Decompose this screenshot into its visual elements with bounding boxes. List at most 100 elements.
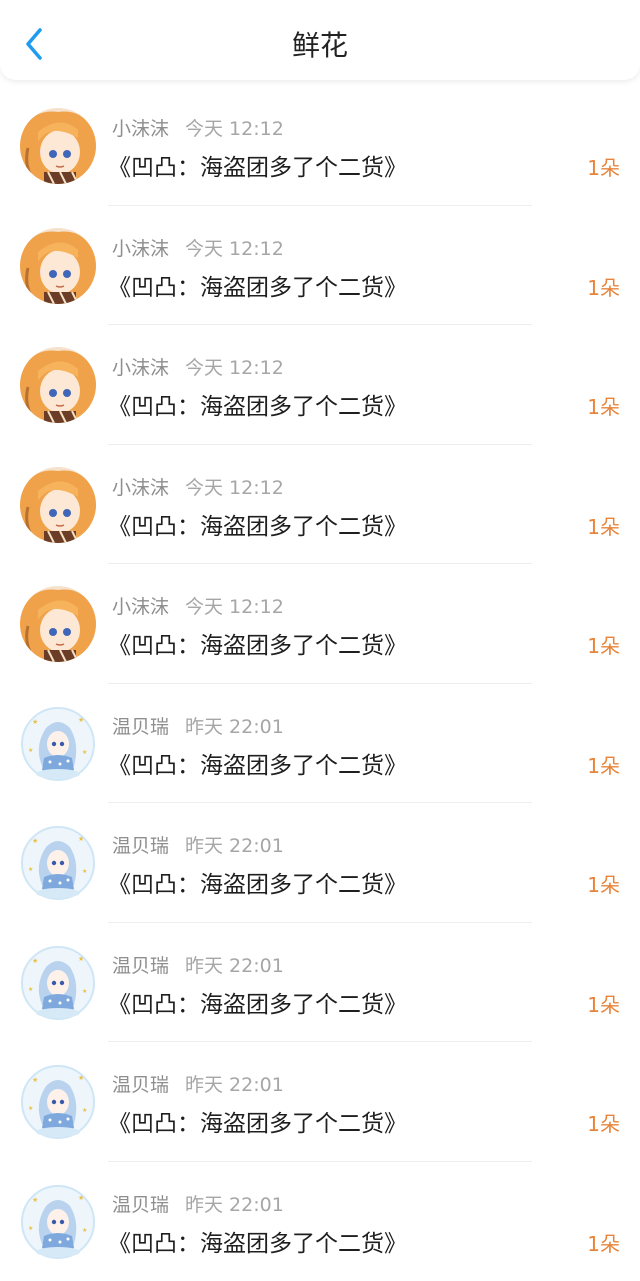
username: 温贝瑞: [112, 1074, 169, 1096]
item-meta: 温贝瑞昨天 22:01: [112, 951, 284, 978]
blue-haired-avatar-icon: ★ ★ ★ ★: [20, 1064, 96, 1140]
orange-haired-avatar-icon: [20, 467, 96, 543]
list-item[interactable]: ★ ★ ★ ★ 温贝瑞昨天 22:01 《凹凸：海盗团多了个二货》 1朵: [0, 1162, 640, 1281]
list-item[interactable]: ★ ★ ★ ★ 温贝瑞昨天 22:01 《凹凸：海盗团多了个二货》 1朵: [0, 803, 640, 923]
flower-count: 1朵: [587, 869, 620, 898]
svg-text:★: ★: [78, 716, 84, 724]
user-avatar[interactable]: ★ ★ ★ ★: [20, 1184, 96, 1260]
item-meta: 温贝瑞昨天 22:01: [112, 1070, 284, 1097]
list-item[interactable]: 小沫沫今天 12:12 《凹凸：海盗团多了个二货》 1朵: [0, 564, 640, 684]
list-item[interactable]: 小沫沫今天 12:12 《凹凸：海盗团多了个二货》 1朵: [0, 86, 640, 206]
blue-haired-avatar-icon: ★ ★ ★ ★: [20, 706, 96, 782]
item-meta: 温贝瑞昨天 22:01: [112, 831, 284, 858]
orange-haired-avatar-icon: [20, 228, 96, 304]
svg-text:★: ★: [32, 837, 38, 845]
timestamp: 昨天 22:01: [185, 716, 284, 738]
book-title: 《凹凸：海盗团多了个二货》: [108, 268, 407, 302]
book-title: 《凹凸：海盗团多了个二货》: [108, 148, 407, 182]
book-title: 《凹凸：海盗团多了个二货》: [108, 1224, 407, 1258]
blue-haired-avatar-icon: ★ ★ ★ ★: [20, 1184, 96, 1260]
svg-text:★: ★: [78, 1194, 84, 1202]
username: 温贝瑞: [112, 716, 169, 738]
book-title: 《凹凸：海盗团多了个二货》: [108, 387, 407, 421]
user-avatar[interactable]: [20, 467, 96, 543]
timestamp: 今天 12:12: [185, 357, 284, 379]
svg-text:★: ★: [32, 718, 38, 726]
list-item[interactable]: 小沫沫今天 12:12 《凹凸：海盗团多了个二货》 1朵: [0, 206, 640, 326]
username: 温贝瑞: [112, 955, 169, 977]
page-title: 鲜花: [0, 26, 640, 66]
svg-text:★: ★: [78, 1074, 84, 1082]
svg-text:★: ★: [82, 1227, 87, 1234]
timestamp: 今天 12:12: [185, 238, 284, 260]
username: 小沫沫: [112, 238, 169, 260]
svg-text:★: ★: [28, 866, 33, 873]
list-item[interactable]: ★ ★ ★ ★ 温贝瑞昨天 22:01 《凹凸：海盗团多了个二货》 1朵: [0, 923, 640, 1043]
book-title: 《凹凸：海盗团多了个二货》: [108, 985, 407, 1019]
username: 温贝瑞: [112, 835, 169, 857]
timestamp: 今天 12:12: [185, 118, 284, 140]
svg-text:★: ★: [28, 1105, 33, 1112]
username: 小沫沫: [112, 477, 169, 499]
item-meta: 小沫沫今天 12:12: [112, 114, 284, 141]
item-meta: 温贝瑞昨天 22:01: [112, 1190, 284, 1217]
svg-text:★: ★: [78, 835, 84, 843]
list-item[interactable]: ★ ★ ★ ★ 温贝瑞昨天 22:01 《凹凸：海盗团多了个二货》 1朵: [0, 1042, 640, 1162]
username: 小沫沫: [112, 596, 169, 618]
item-meta: 小沫沫今天 12:12: [112, 592, 284, 619]
orange-haired-avatar-icon: [20, 586, 96, 662]
username: 小沫沫: [112, 357, 169, 379]
user-avatar[interactable]: [20, 228, 96, 304]
item-meta: 小沫沫今天 12:12: [112, 473, 284, 500]
svg-text:★: ★: [32, 957, 38, 965]
svg-text:★: ★: [28, 986, 33, 993]
svg-text:★: ★: [82, 988, 87, 995]
timestamp: 今天 12:12: [185, 477, 284, 499]
flower-count: 1朵: [587, 391, 620, 420]
blue-haired-avatar-icon: ★ ★ ★ ★: [20, 825, 96, 901]
user-avatar[interactable]: ★ ★ ★ ★: [20, 706, 96, 782]
user-avatar[interactable]: [20, 586, 96, 662]
user-avatar[interactable]: ★ ★ ★ ★: [20, 1064, 96, 1140]
svg-text:★: ★: [32, 1196, 38, 1204]
timestamp: 今天 12:12: [185, 596, 284, 618]
book-title: 《凹凸：海盗团多了个二货》: [108, 1104, 407, 1138]
list-item[interactable]: ★ ★ ★ ★ 温贝瑞昨天 22:01 《凹凸：海盗团多了个二货》 1朵: [0, 684, 640, 804]
user-avatar[interactable]: ★ ★ ★ ★: [20, 825, 96, 901]
book-title: 《凹凸：海盗团多了个二货》: [108, 865, 407, 899]
username: 小沫沫: [112, 118, 169, 140]
user-avatar[interactable]: ★ ★ ★ ★: [20, 945, 96, 1021]
flower-count: 1朵: [587, 1108, 620, 1137]
svg-text:★: ★: [82, 1107, 87, 1114]
item-meta: 小沫沫今天 12:12: [112, 234, 284, 261]
svg-text:★: ★: [82, 868, 87, 875]
flower-count: 1朵: [587, 152, 620, 181]
flower-count: 1朵: [587, 511, 620, 540]
timestamp: 昨天 22:01: [185, 1074, 284, 1096]
timestamp: 昨天 22:01: [185, 1194, 284, 1216]
item-meta: 小沫沫今天 12:12: [112, 353, 284, 380]
flower-count: 1朵: [587, 989, 620, 1018]
blue-haired-avatar-icon: ★ ★ ★ ★: [20, 945, 96, 1021]
user-avatar[interactable]: [20, 108, 96, 184]
orange-haired-avatar-icon: [20, 108, 96, 184]
flower-count: 1朵: [587, 272, 620, 301]
svg-text:★: ★: [82, 749, 87, 756]
flower-count: 1朵: [587, 630, 620, 659]
username: 温贝瑞: [112, 1194, 169, 1216]
list-item[interactable]: 小沫沫今天 12:12 《凹凸：海盗团多了个二货》 1朵: [0, 325, 640, 445]
orange-haired-avatar-icon: [20, 347, 96, 423]
timestamp: 昨天 22:01: [185, 835, 284, 857]
timestamp: 昨天 22:01: [185, 955, 284, 977]
svg-text:★: ★: [78, 955, 84, 963]
svg-text:★: ★: [32, 1076, 38, 1084]
svg-text:★: ★: [28, 747, 33, 754]
flower-gift-list: 小沫沫今天 12:12 《凹凸：海盗团多了个二货》 1朵 小沫沫今天 12:12…: [0, 86, 640, 1281]
flower-count: 1朵: [587, 1228, 620, 1257]
item-meta: 温贝瑞昨天 22:01: [112, 712, 284, 739]
flower-count: 1朵: [587, 750, 620, 779]
list-item[interactable]: 小沫沫今天 12:12 《凹凸：海盗团多了个二货》 1朵: [0, 445, 640, 565]
user-avatar[interactable]: [20, 347, 96, 423]
book-title: 《凹凸：海盗团多了个二货》: [108, 746, 407, 780]
svg-text:★: ★: [28, 1225, 33, 1232]
